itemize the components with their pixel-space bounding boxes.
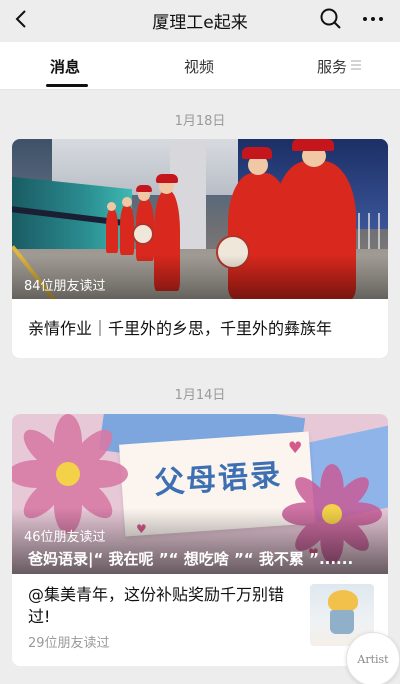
tab-videos[interactable]: 视频: [184, 56, 214, 77]
article-title[interactable]: 亲情作业｜千里外的乡思，千里外的彝族年: [28, 315, 332, 339]
article-cover-image: 84位朋友读过: [12, 139, 388, 299]
search-icon[interactable]: [318, 6, 344, 32]
read-count: 46位朋友读过: [24, 530, 106, 545]
artist-floating-button[interactable]: Artist: [346, 632, 400, 684]
nav-bar: 厦理工e起来: [0, 0, 400, 38]
date-separator: 1月18日: [174, 114, 226, 129]
cover-image-text: 父母语录: [153, 457, 284, 502]
tab-fade: [340, 42, 400, 88]
more-dots-icon[interactable]: [360, 6, 386, 32]
article-card[interactable]: 父母语录 ♥ 46位朋友读过 爸妈语录|“ 我在呢 ”“ 想吃啥 ”“ 我不累 …: [12, 414, 388, 666]
tab-messages[interactable]: 消息: [50, 56, 80, 77]
tab-bar: 消息 视频 服务: [0, 42, 400, 90]
active-tab-indicator: [46, 84, 88, 87]
date-separator: 1月14日: [174, 388, 226, 403]
sub-article-title[interactable]: @集美青年，这份补贴奖励千万别错过!: [28, 584, 298, 628]
read-count: 84位朋友读过: [24, 279, 106, 294]
read-count: 29位朋友读过: [28, 636, 110, 651]
menu-lines-icon[interactable]: [350, 59, 362, 71]
article-title[interactable]: 爸妈语录|“ 我在呢 ”“ 想吃啥 ”“ 我不累 ”......: [28, 548, 353, 569]
article-cover-image: 父母语录 ♥ 46位朋友读过 爸妈语录|“ 我在呢 ”“ 想吃啥 ”“ 我不累 …: [12, 414, 388, 574]
article-card[interactable]: 84位朋友读过 亲情作业｜千里外的乡思，千里外的彝族年: [12, 139, 388, 358]
